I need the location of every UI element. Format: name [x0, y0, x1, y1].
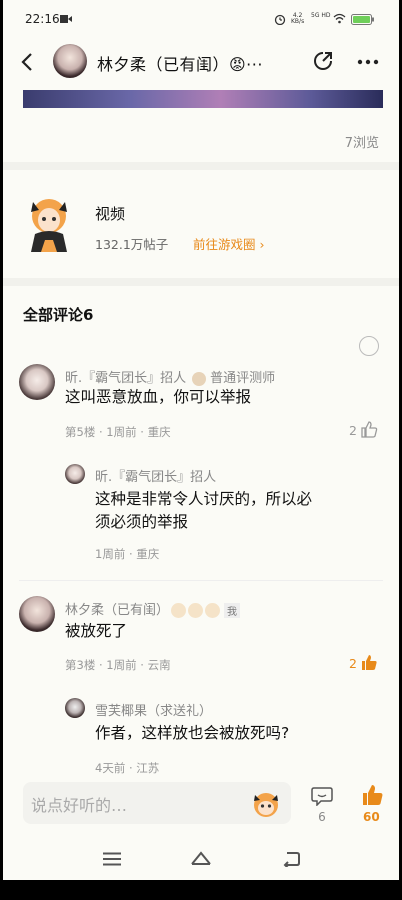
avatar[interactable] — [19, 364, 55, 400]
reply-text: 作者，这样放也会被放死吗? — [95, 724, 290, 742]
comment-icon[interactable] — [311, 786, 333, 806]
comment-meta: 第5楼 · 1周前 · 重庆 — [65, 425, 171, 439]
back-arrow-icon[interactable] — [20, 52, 34, 72]
like-count: 2 — [349, 656, 357, 671]
thumbs-up-icon[interactable] — [360, 421, 378, 438]
comment-text: 被放死了 — [65, 622, 128, 640]
reply-user[interactable]: 雪芙椰果（求送礼） — [95, 700, 212, 719]
net-speed: 4.2 KB/s — [291, 12, 305, 25]
menu-icon[interactable] — [103, 852, 121, 866]
status-time: 22:16 — [25, 12, 60, 26]
view-count: 7浏览 — [344, 136, 379, 151]
battery-icon — [351, 14, 374, 25]
avatar[interactable] — [65, 464, 85, 484]
forum-name: 视频 — [95, 205, 126, 223]
reply-text: 这种是非常令人讨厌的，所以必 须必须的举报 — [95, 490, 313, 531]
media-icon — [60, 15, 72, 23]
share-icon[interactable] — [312, 50, 334, 72]
emoji-icon — [188, 603, 204, 618]
me-tag: 我 — [224, 603, 241, 618]
wifi-icon — [333, 13, 346, 24]
reply-meta: 1周前 · 重庆 — [95, 547, 160, 561]
comment-meta: 第3楼 · 1周前 · 云南 — [65, 658, 171, 672]
emoji-icon — [205, 603, 221, 618]
thumbs-up-icon[interactable] — [361, 784, 383, 806]
back-nav-icon[interactable] — [281, 851, 301, 867]
forum-post-count: 132.1万帖子 — [95, 237, 169, 252]
more-options-icon[interactable] — [357, 59, 379, 65]
comment-input-placeholder[interactable]: 说点好听的… — [31, 792, 127, 816]
author-avatar[interactable] — [53, 44, 87, 78]
forum-avatar — [31, 199, 67, 252]
divider — [19, 580, 383, 581]
comment-count: 6 — [318, 810, 326, 824]
like-count: 2 — [349, 423, 357, 438]
home-icon[interactable] — [190, 850, 212, 866]
comment-user[interactable]: 林夕柔（已有闺）我 — [65, 599, 241, 618]
comment-user[interactable]: 昕.『霸气团长』招人 普通评测师 — [65, 367, 275, 386]
header-title: 林夕柔（已有闺）😡··· — [97, 55, 263, 74]
avatar[interactable] — [65, 698, 85, 718]
divider — [3, 278, 399, 286]
reviewer-badge-icon — [192, 371, 207, 386]
status-bar: 22:16 4.2 KB/s 5G HD — [3, 0, 399, 40]
signal-label: 5G HD — [311, 12, 331, 19]
screen: 22:16 4.2 KB/s 5G HD 林夕柔（已有闺）😡··· 7浏览 视频 … — [3, 0, 399, 880]
go-to-game-circle-link[interactable]: 前往游戏圈 › — [193, 234, 264, 253]
system-nav-bar — [3, 840, 399, 880]
emoji-icon — [171, 603, 187, 618]
alarm-icon — [274, 14, 286, 25]
emoji-mascot-icon[interactable] — [251, 790, 281, 818]
divider — [3, 162, 399, 170]
sort-toggle-icon[interactable] — [359, 336, 379, 356]
thumbs-up-icon[interactable] — [360, 654, 378, 671]
reply-user[interactable]: 昕.『霸气团长』招人 — [95, 466, 216, 485]
avatar[interactable] — [19, 596, 55, 632]
reply-meta: 4天前 · 江苏 — [95, 761, 160, 775]
video-thumbnail[interactable] — [23, 90, 383, 108]
comment-text: 这叫恶意放血，你可以举报 — [65, 388, 252, 406]
like-count: 60 — [363, 810, 380, 824]
comments-title: 全部评论6 — [23, 306, 94, 324]
